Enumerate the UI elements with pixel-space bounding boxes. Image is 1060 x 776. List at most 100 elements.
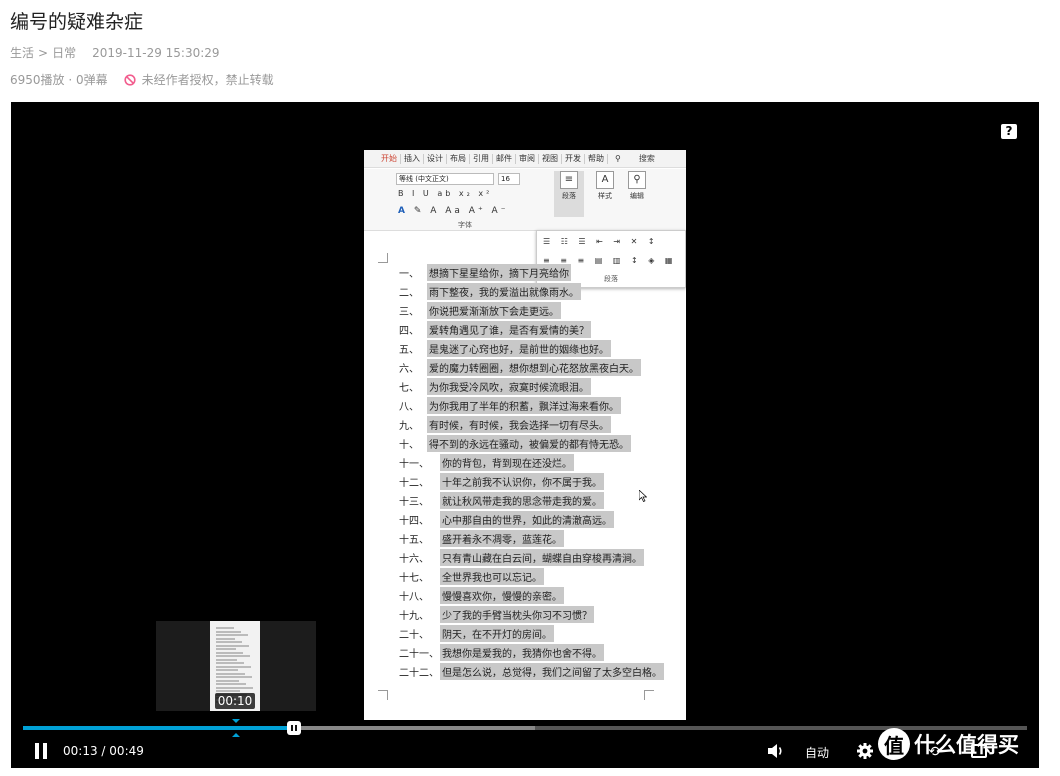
preview-line xyxy=(216,676,252,678)
line-text: 你说把爱渐渐放下会走更远。 xyxy=(427,301,561,319)
document-line: 五、 是鬼迷了心窍也好，是前世的姻缘也好。 xyxy=(399,339,611,357)
progress-bar[interactable] xyxy=(23,721,1027,735)
ribbon-search: 搜索 xyxy=(638,153,655,163)
line-text: 慢慢喜欢你，慢慢的亲密。 xyxy=(440,586,564,604)
ribbon-tab: 视图 xyxy=(539,153,562,164)
document-line: 十、 得不到的永远在骚动，被偏爱的都有恃无恐。 xyxy=(399,434,631,452)
ribbon-tab: 开发 xyxy=(562,153,585,164)
watermark-text: 什么值得买 xyxy=(914,733,1019,757)
line-text: 阴天，在不开灯的房间。 xyxy=(440,624,554,642)
preview-line xyxy=(216,672,245,675)
page-corner xyxy=(378,690,388,700)
time-separator: / xyxy=(101,744,106,758)
document-line: 二十一、 我想你是爱我的，我猜你也舍不得。 xyxy=(399,643,604,661)
line-number: 十五、 xyxy=(399,534,429,546)
edit-button: ⚲ 编辑 xyxy=(622,171,652,217)
document-line: 二十二、 但是怎么说，总觉得，我们之间留了太多空白格。 xyxy=(399,662,664,680)
volume-icon[interactable] xyxy=(767,743,785,759)
paragraph-icon: ≡ xyxy=(560,171,578,189)
line-number: 七、 xyxy=(399,382,419,394)
line-number: 二、 xyxy=(399,287,419,299)
preview-line xyxy=(216,641,242,643)
line-number: 八、 xyxy=(399,401,419,413)
pause-icon[interactable] xyxy=(33,743,49,759)
preview-line xyxy=(216,686,253,689)
line-text: 爱的魔力转圈圈，想你想到心花怒放黑夜白天。 xyxy=(427,358,641,376)
line-text: 爱转角遇见了谁，是否有爱情的美？ xyxy=(427,320,591,338)
breadcrumb-separator: > xyxy=(38,45,49,60)
ribbon-tabs: 开始 插入 设计 布局 引用 邮件 审阅 视图 开发 帮助 ⚲ 搜索 xyxy=(364,150,686,168)
line-number: 五、 xyxy=(399,344,419,356)
copyright-text: 未经作者授权，禁止转载 xyxy=(141,73,274,87)
document-line: 十三、 就让秋风带走我的思念带走我的爱。 xyxy=(399,491,604,509)
ribbon-tab: 帮助 xyxy=(585,153,608,164)
font-group-label: 字体 xyxy=(458,221,472,229)
line-number: 十四、 xyxy=(399,515,429,527)
line-number: 十二、 xyxy=(399,477,429,489)
page-title: 编号的疑难杂症 xyxy=(10,11,144,33)
document-line: 七、 为你我受冷风吹，寂寞时候流眼泪。 xyxy=(399,377,591,395)
preview-line xyxy=(216,655,250,657)
document-line: 十九、 少了我的手臂当枕头你习不习惯？ xyxy=(399,605,594,623)
line-text: 你的背包，背到现在还没烂。 xyxy=(440,453,574,471)
line-number: 十八、 xyxy=(399,591,429,603)
line-text: 盛开着永不凋零，蓝莲花。 xyxy=(440,529,564,547)
format-row-2: A ✎ A Aa A⁺ A⁻ xyxy=(398,206,509,216)
line-number: 二十、 xyxy=(399,629,429,641)
line-number: 十三、 xyxy=(399,496,429,508)
document-line: 十五、 盛开着永不凋零，蓝莲花。 xyxy=(399,529,564,547)
preview-line xyxy=(216,683,246,685)
line-number: 十九、 xyxy=(399,610,429,622)
line-text: 得不到的永远在骚动，被偏爱的都有恃无恐。 xyxy=(427,434,631,452)
preview-line xyxy=(216,644,249,647)
document-line: 十一、 你的背包，背到现在还没烂。 xyxy=(399,453,574,471)
preview-line xyxy=(216,669,238,671)
preview-line xyxy=(216,658,237,661)
format-row: B I U ab x₂ x² xyxy=(398,189,493,198)
ribbon-tab: 引用 xyxy=(470,153,493,164)
preview-line xyxy=(216,637,235,640)
edit-search-icon: ⚲ xyxy=(628,171,646,189)
style-button: A 样式 xyxy=(590,171,620,217)
video-player[interactable]: ? 开始 插入 设计 布局 引用 邮件 审阅 视图 开发 帮助 ⚲ 搜索 等线 … xyxy=(11,102,1039,768)
line-text: 少了我的手臂当枕头你习不习惯？ xyxy=(440,605,594,623)
subcategory-link[interactable]: 日常 xyxy=(52,44,76,61)
category-link[interactable]: 生活 xyxy=(10,44,34,61)
preview-thumbnail: 00:10 xyxy=(156,621,316,711)
ribbon-tab: 布局 xyxy=(447,153,470,164)
preview-line xyxy=(216,665,251,668)
gear-icon[interactable] xyxy=(856,742,874,760)
line-number: 十七、 xyxy=(399,572,429,584)
line-number: 十一、 xyxy=(399,458,429,470)
quality-selector[interactable]: 自动 xyxy=(805,744,829,761)
line-text: 十年之前我不认识你，你不属于我。 xyxy=(440,472,604,490)
document-line: 四、 爱转角遇见了谁，是否有爱情的美？ xyxy=(399,320,591,338)
ribbon-body: 等线 (中文正文) 16 B I U ab x₂ x² A ✎ A Aa A⁺ … xyxy=(364,169,686,231)
watermark: 值 什么值得买 xyxy=(878,724,1019,764)
line-text: 心中那自由的世界，如此的清澈高远。 xyxy=(440,510,614,528)
help-icon[interactable]: ? xyxy=(1001,124,1017,139)
preview-line xyxy=(216,690,240,692)
ribbon-tab: 插入 xyxy=(401,153,424,164)
progress-handle[interactable] xyxy=(287,721,302,735)
line-text: 但是怎么说，总觉得，我们之间留了太多空白格。 xyxy=(440,662,664,680)
line-text: 为你我受冷风吹，寂寞时候流眼泪。 xyxy=(427,377,591,395)
document-line: 二十、 阴天，在不开灯的房间。 xyxy=(399,624,554,642)
line-text: 只有青山藏在白云间，蝴蝶自由穿梭再清涧。 xyxy=(440,548,644,566)
document-line: 九、 有时候，有时候，我会选择一切有尽头。 xyxy=(399,415,611,433)
line-text: 有时候，有时候，我会选择一切有尽头。 xyxy=(427,415,611,433)
time-display: 00:13 / 00:49 xyxy=(63,744,144,758)
document-line: 十四、 心中那自由的世界，如此的清澈高远。 xyxy=(399,510,614,528)
line-number: 九、 xyxy=(399,420,419,432)
view-stats: 6950播放 · 0弹幕 xyxy=(10,73,108,87)
line-number: 三、 xyxy=(399,306,419,318)
page-corner xyxy=(378,253,388,263)
ribbon-tab: 邮件 xyxy=(493,153,516,164)
progress-played xyxy=(23,726,295,730)
line-text: 为你我用了半年的积蓄，飘洋过海来看你。 xyxy=(427,396,621,414)
line-text: 雨下整夜，我的爱溢出就像雨水。 xyxy=(427,282,581,300)
line-text: 是鬼迷了心窍也好，是前世的姻缘也好。 xyxy=(427,339,611,357)
watermark-logo: 值 xyxy=(878,728,910,760)
document-line: 六、 爱的魔力转圈圈，想你想到心花怒放黑夜白天。 xyxy=(399,358,641,376)
document-line: 三、 你说把爱渐渐放下会走更远。 xyxy=(399,301,561,319)
